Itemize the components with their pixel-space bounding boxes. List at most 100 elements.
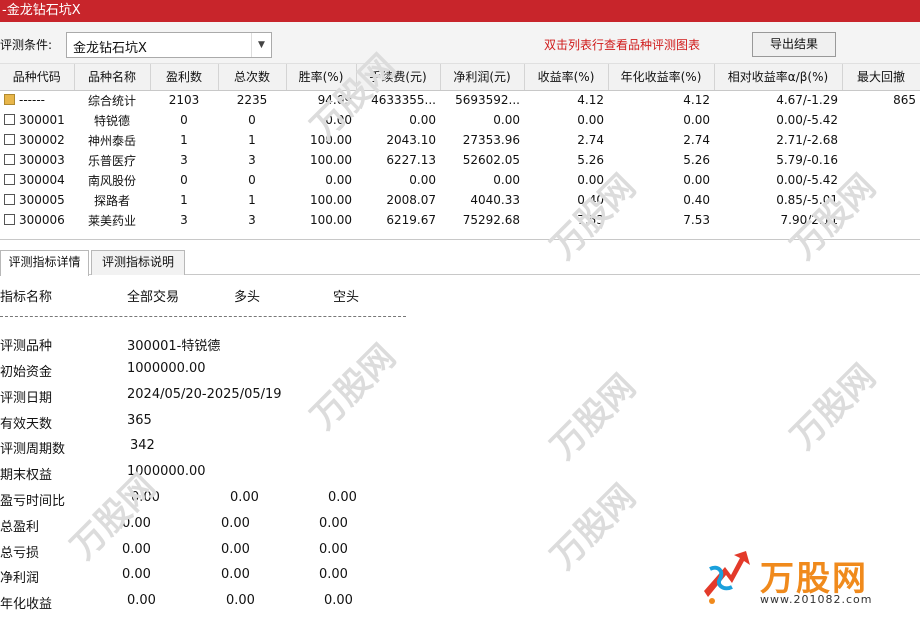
cell-relative: 7.90/2.11 bbox=[780, 213, 838, 227]
hint-text: 双击列表行查看品种评测图表 bbox=[544, 38, 701, 52]
cell-return: 0.40 bbox=[577, 193, 604, 207]
tab-indicator-explanation[interactable]: 评测指标说明 bbox=[91, 250, 185, 275]
detail-value: 0.00 bbox=[221, 567, 250, 582]
cell-fee: 6227.13 bbox=[386, 153, 436, 167]
cell-drawdown bbox=[842, 150, 920, 170]
cell-annual: 2.74 bbox=[683, 133, 710, 147]
detail-value: 0.00 bbox=[319, 567, 348, 582]
checkbox-icon[interactable] bbox=[4, 214, 15, 225]
checkbox-icon[interactable] bbox=[4, 154, 15, 165]
detail-value: 2024/05/20-2025/05/19 bbox=[127, 387, 282, 402]
detail-col-header: 指标名称 bbox=[0, 290, 53, 305]
cell-profit: 75292.68 bbox=[462, 213, 520, 227]
cell-name: 特锐德 bbox=[93, 113, 130, 128]
checkbox-icon[interactable] bbox=[4, 114, 15, 125]
cell-return: 2.74 bbox=[577, 133, 604, 147]
cell-total: 3 bbox=[248, 153, 256, 167]
condition-select[interactable]: 金龙钻石坑X ▼ bbox=[66, 32, 272, 58]
cell-total: 0 bbox=[248, 173, 256, 187]
table-row[interactable]: 300006 莱美药业 3 3 100.00 6219.67 75292.68 … bbox=[0, 210, 920, 230]
chevron-down-icon[interactable]: ▼ bbox=[251, 33, 271, 57]
column-header[interactable]: 总次数 bbox=[218, 64, 287, 91]
cell-rate: 100.00 bbox=[310, 213, 352, 227]
table-row[interactable]: 300005 探路者 1 1 100.00 2008.07 4040.33 0.… bbox=[0, 190, 920, 210]
cell-win: 0 bbox=[180, 113, 188, 127]
checkbox-icon[interactable] bbox=[4, 174, 15, 185]
cell-profit: 52602.05 bbox=[462, 153, 520, 167]
toolbar: 评测条件: 金龙钻石坑X ▼ 双击列表行查看品种评测图表 导出结果 bbox=[0, 22, 920, 64]
table-header-row: 品种代码 品种名称 盈利数 总次数 胜率(%) 手续费(元) 净利润(元) 收益… bbox=[0, 64, 920, 91]
cell-return: 0.00 bbox=[577, 173, 604, 187]
detail-value: 0.00 bbox=[122, 516, 151, 531]
table-row[interactable]: 300002 神州泰岳 1 1 100.00 2043.10 27353.96 … bbox=[0, 130, 920, 150]
column-header[interactable]: 最大回撤 bbox=[842, 64, 920, 91]
column-header[interactable]: 相对收益率α/β(%) bbox=[714, 64, 843, 91]
cell-drawdown bbox=[842, 110, 920, 130]
cell-code: 300006 bbox=[19, 213, 65, 227]
cell-win: 3 bbox=[180, 153, 188, 167]
cell-profit: 27353.96 bbox=[462, 133, 520, 147]
table-row[interactable]: 300003 乐普医疗 3 3 100.00 6227.13 52602.05 … bbox=[0, 150, 920, 170]
cell-rate: 100.00 bbox=[310, 193, 352, 207]
column-header[interactable]: 品种名称 bbox=[74, 64, 151, 91]
column-header[interactable]: 净利润(元) bbox=[440, 64, 525, 91]
logo-url: www.201082.com bbox=[760, 593, 873, 606]
detail-value: 0.00 bbox=[319, 516, 348, 531]
checkbox-icon[interactable] bbox=[4, 134, 15, 145]
detail-col-header: 全部交易 bbox=[127, 290, 180, 305]
folder-icon bbox=[4, 94, 15, 106]
cell-name: 南风股份 bbox=[87, 173, 136, 188]
cell-profit: 4040.33 bbox=[470, 193, 520, 207]
detail-value: 342 bbox=[130, 438, 155, 453]
table-row[interactable]: 300001 特锐德 0 0 0.00 0.00 0.00 0.00 0.00 … bbox=[0, 110, 920, 130]
cell-annual: 7.53 bbox=[683, 213, 710, 227]
column-header[interactable]: 品种代码 bbox=[0, 64, 75, 91]
cell-code: 300005 bbox=[19, 193, 65, 207]
cell-total: 3 bbox=[248, 213, 256, 227]
column-header[interactable]: 手续费(元) bbox=[356, 64, 441, 91]
checkbox-icon[interactable] bbox=[4, 194, 15, 205]
cell-rate: 0.00 bbox=[325, 113, 352, 127]
tab-indicator-details[interactable]: 评测指标详情 bbox=[0, 250, 89, 276]
table-row[interactable]: ------ 综合统计 2103 2235 94.09 4633355... 5… bbox=[0, 90, 920, 110]
cell-fee: 2043.10 bbox=[386, 133, 436, 147]
detail-value: 0.00 bbox=[122, 542, 151, 557]
detail-value: 0.00 bbox=[230, 490, 259, 505]
cell-return: 7.53 bbox=[577, 213, 604, 227]
detail-value: 0.00 bbox=[324, 593, 353, 608]
detail-value: 0.00 bbox=[319, 542, 348, 557]
cell-fee: 0.00 bbox=[409, 173, 436, 187]
cell-relative: 5.79/-0.16 bbox=[776, 153, 838, 167]
cell-drawdown: 865 bbox=[893, 93, 916, 108]
table-row[interactable]: 300004 南风股份 0 0 0.00 0.00 0.00 0.00 0.00… bbox=[0, 170, 920, 190]
detail-value: 0.00 bbox=[226, 593, 255, 608]
cell-relative: 0.85/-5.01 bbox=[776, 193, 838, 207]
cell-profit: 5693592... bbox=[455, 93, 520, 108]
detail-value: 0.00 bbox=[328, 490, 357, 505]
cell-code: 300003 bbox=[19, 153, 65, 167]
detail-col-header: 空头 bbox=[333, 290, 360, 305]
cell-profit: 0.00 bbox=[493, 113, 520, 127]
cell-fee: 4633355... bbox=[371, 93, 436, 108]
column-header[interactable]: 年化收益率(%) bbox=[608, 64, 715, 91]
condition-value: 金龙钻石坑X bbox=[73, 41, 147, 56]
detail-label: 评测品种 bbox=[0, 339, 53, 354]
cell-fee: 2008.07 bbox=[386, 193, 436, 207]
export-button[interactable]: 导出结果 bbox=[752, 32, 836, 57]
column-header[interactable]: 收益率(%) bbox=[524, 64, 609, 91]
detail-label: 总亏损 bbox=[0, 546, 40, 561]
cell-name: 乐普医疗 bbox=[87, 153, 136, 168]
cell-code: 300002 bbox=[19, 133, 65, 147]
cell-win: 2103 bbox=[168, 93, 200, 108]
cell-fee: 0.00 bbox=[409, 113, 436, 127]
cell-drawdown bbox=[842, 190, 920, 210]
detail-col-header: 多头 bbox=[234, 290, 261, 305]
detail-tabs: 评测指标详情 评测指标说明 bbox=[0, 248, 920, 276]
detail-label: 初始资金 bbox=[0, 365, 53, 380]
cell-code: 300001 bbox=[19, 113, 65, 127]
column-header[interactable]: 盈利数 bbox=[150, 64, 219, 91]
separator-line bbox=[0, 316, 406, 317]
detail-label: 年化收益 bbox=[0, 597, 53, 612]
detail-label: 评测周期数 bbox=[0, 442, 66, 457]
column-header[interactable]: 胜率(%) bbox=[286, 64, 357, 91]
